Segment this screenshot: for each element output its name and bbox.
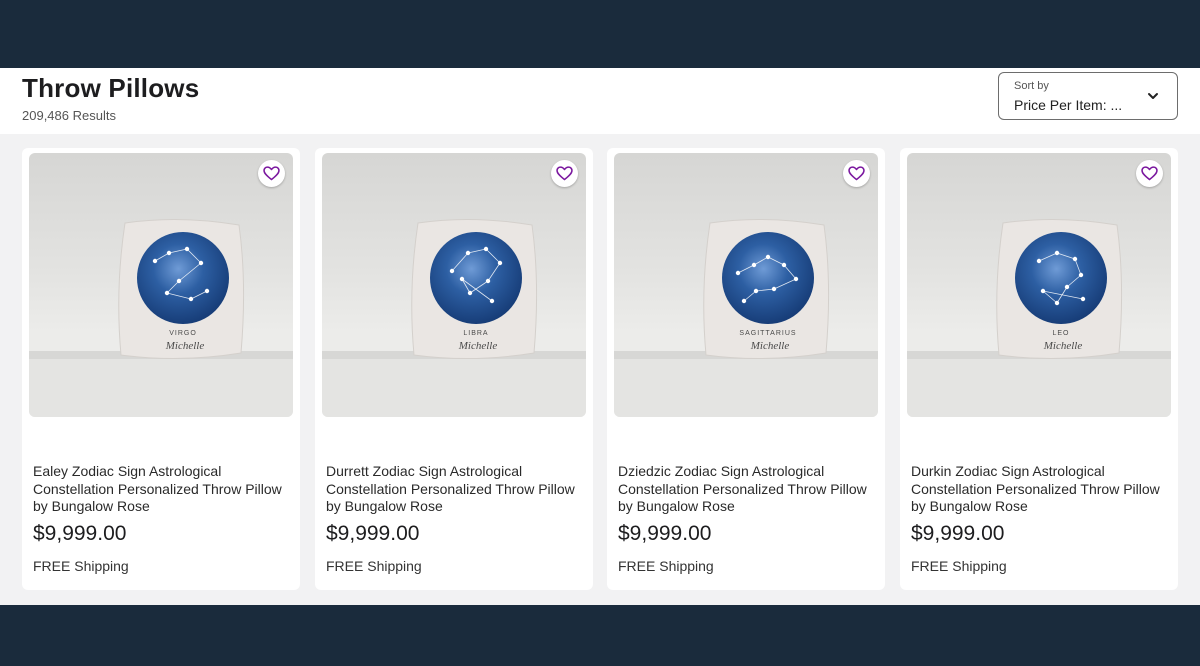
page: Throw Pillows 209,486 Results Sort by Pr… [0,68,1200,605]
product-title: Durkin Zodiac Sign Astrological Constell… [911,463,1160,497]
product-brand: by Bungalow Rose [326,498,443,514]
product-brand: by Bungalow Rose [911,498,1028,514]
heart-icon [556,166,573,181]
svg-text:Michelle: Michelle [165,340,205,352]
svg-text:Michelle: Michelle [458,340,498,352]
svg-text:Michelle: Michelle [1043,340,1083,352]
product-name[interactable]: Durkin Zodiac Sign Astrological Constell… [911,463,1173,516]
heart-icon [1141,166,1158,181]
product-brand: by Bungalow Rose [618,498,735,514]
product-brand: by Bungalow Rose [33,498,150,514]
product-card[interactable]: LIBRA Michelle Durrett Zodiac Sign Astro… [315,148,593,590]
product-name[interactable]: Dziedzic Zodiac Sign Astrological Conste… [618,463,880,516]
pillow-image: LEO Michelle [907,218,1171,417]
product-title: Ealey Zodiac Sign Astrological Constella… [33,463,282,497]
favorite-button[interactable] [843,160,870,187]
svg-text:LEO: LEO [1052,330,1069,337]
sort-label: Sort by [1014,80,1049,92]
product-price: $9,999.00 [33,522,127,545]
chevron-down-icon [1148,93,1158,99]
pillow-image: LIBRA Michelle [322,218,586,417]
shipping-info: FREE Shipping [326,558,422,574]
pillow-image: SAGITTARIUS Michelle [614,218,878,417]
product-price: $9,999.00 [911,522,1005,545]
svg-text:VIRGO: VIRGO [169,330,197,337]
results-count: 209,486 Results [22,108,116,123]
product-name[interactable]: Ealey Zodiac Sign Astrological Constella… [33,463,295,516]
favorite-button[interactable] [551,160,578,187]
product-title: Dziedzic Zodiac Sign Astrological Conste… [618,463,867,497]
svg-text:Michelle: Michelle [750,340,790,352]
product-image[interactable]: LEO Michelle [907,153,1171,417]
product-card[interactable]: LEO Michelle Durkin Zodiac Sign Astrolog… [900,148,1178,590]
results-header: Throw Pillows 209,486 Results Sort by Pr… [0,68,1200,134]
product-image[interactable]: LIBRA Michelle [322,153,586,417]
shipping-info: FREE Shipping [33,558,129,574]
product-card[interactable]: SAGITTARIUS Michelle Dziedzic Zodiac Sig… [607,148,885,590]
shipping-info: FREE Shipping [618,558,714,574]
heart-icon [848,166,865,181]
product-title: Durrett Zodiac Sign Astrological Constel… [326,463,575,497]
svg-text:SAGITTARIUS: SAGITTARIUS [739,330,796,337]
product-card[interactable]: VIRGO Michelle Ealey Zodiac Sign Astrolo… [22,148,300,590]
svg-text:LIBRA: LIBRA [463,330,488,337]
product-image[interactable]: SAGITTARIUS Michelle [614,153,878,417]
heart-icon [263,166,280,181]
sort-value: Price Per Item: ... [1014,97,1123,113]
product-price: $9,999.00 [618,522,712,545]
favorite-button[interactable] [1136,160,1163,187]
shipping-info: FREE Shipping [911,558,1007,574]
sort-dropdown[interactable]: Sort by Price Per Item: ... [998,72,1178,120]
product-name[interactable]: Durrett Zodiac Sign Astrological Constel… [326,463,588,516]
favorite-button[interactable] [258,160,285,187]
product-grid: VIRGO Michelle Ealey Zodiac Sign Astrolo… [22,148,1182,593]
page-title: Throw Pillows [22,73,200,103]
product-price: $9,999.00 [326,522,420,545]
product-image[interactable]: VIRGO Michelle [29,153,293,417]
pillow-image: VIRGO Michelle [29,218,293,417]
